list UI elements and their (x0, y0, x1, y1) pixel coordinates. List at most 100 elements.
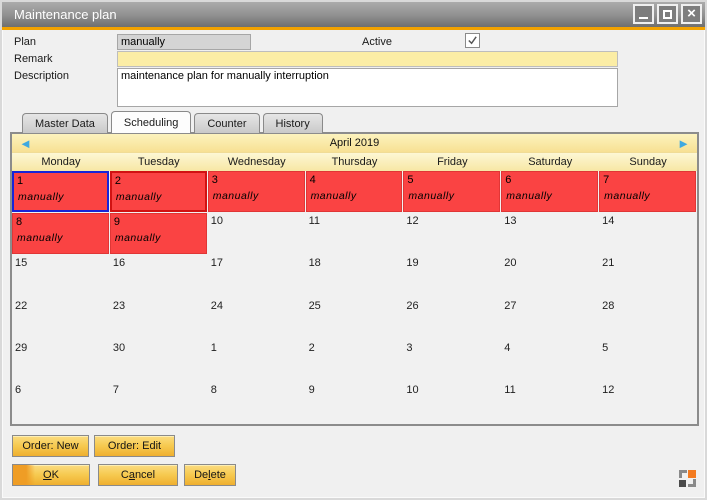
calendar-day-cell[interactable]: 22 (12, 298, 110, 340)
active-label: Active (362, 36, 392, 48)
ok-button[interactable]: OK (12, 464, 90, 486)
calendar-day-cell[interactable]: 7 (110, 382, 208, 424)
grip-corner-top-left (679, 470, 687, 478)
day-number: 28 (599, 298, 697, 312)
grip-square-orange (688, 470, 696, 478)
accent-line (2, 27, 705, 30)
minimize-button[interactable] (633, 4, 654, 24)
calendar-day-cell[interactable]: 2manually (110, 171, 207, 212)
day-number: 10 (403, 382, 501, 396)
remark-label: Remark (14, 53, 53, 65)
day-number: 3 (209, 172, 304, 186)
day-number: 5 (404, 172, 499, 186)
cancel-button[interactable]: Cancel (98, 464, 178, 486)
event-label: manually (209, 186, 304, 202)
day-number: 4 (307, 172, 402, 186)
order-edit-button[interactable]: Order: Edit (94, 435, 175, 457)
previous-month-arrow-icon[interactable]: ◄ (19, 135, 32, 152)
day-number: 8 (13, 214, 108, 228)
calendar-day-cell[interactable]: 6manually (501, 171, 598, 212)
plan-field[interactable]: manually (117, 34, 251, 50)
calendar-day-cell[interactable]: 5 (599, 340, 697, 382)
description-field[interactable]: maintenance plan for manually interrupti… (117, 68, 618, 107)
day-number: 8 (208, 382, 306, 396)
day-number: 18 (306, 255, 404, 269)
day-number: 24 (208, 298, 306, 312)
ok-label-rest: K (52, 469, 59, 481)
next-month-arrow-icon[interactable]: ► (677, 135, 690, 152)
event-label: manually (14, 187, 107, 203)
calendar-day-cell[interactable]: 9 (306, 382, 404, 424)
calendar-day-cell[interactable]: 12 (403, 213, 501, 255)
calendar-day-cell[interactable]: 21 (599, 255, 697, 297)
close-button[interactable]: × (681, 4, 702, 24)
resize-grip-icon[interactable] (679, 470, 696, 487)
maximize-button[interactable] (657, 4, 678, 24)
day-number: 25 (306, 298, 404, 312)
calendar-day-cell[interactable]: 10 (208, 213, 306, 255)
day-header-saturday: Saturday (501, 153, 599, 171)
tab-counter[interactable]: Counter (194, 113, 259, 133)
day-number: 4 (501, 340, 599, 354)
event-label: manually (600, 186, 695, 202)
calendar-day-cell[interactable]: 20 (501, 255, 599, 297)
calendar-day-cell[interactable]: 9manually (110, 213, 207, 254)
day-number: 11 (501, 382, 599, 396)
tab-scheduling[interactable]: Scheduling (111, 111, 191, 133)
calendar-day-cell[interactable]: 5manually (403, 171, 500, 212)
calendar-day-cell[interactable]: 1 (208, 340, 306, 382)
calendar-day-cell[interactable]: 30 (110, 340, 208, 382)
delete-label: De (194, 469, 208, 481)
calendar-month-title: April 2019 (330, 137, 380, 149)
calendar-day-cell[interactable]: 19 (403, 255, 501, 297)
calendar-day-cell[interactable]: 4 (501, 340, 599, 382)
calendar-day-cell[interactable]: 24 (208, 298, 306, 340)
day-header-thursday: Thursday (306, 153, 404, 171)
day-number: 3 (403, 340, 501, 354)
calendar-day-cell[interactable]: 13 (501, 213, 599, 255)
calendar-day-cell[interactable]: 10 (403, 382, 501, 424)
window-controls: × (633, 4, 702, 24)
tab-history[interactable]: History (263, 113, 323, 133)
day-header-friday: Friday (403, 153, 501, 171)
calendar-day-cell[interactable]: 29 (12, 340, 110, 382)
calendar-day-cell[interactable]: 7manually (599, 171, 696, 212)
day-number: 14 (599, 213, 697, 227)
calendar-day-cell[interactable]: 3manually (208, 171, 305, 212)
calendar-day-cell[interactable]: 18 (306, 255, 404, 297)
calendar-day-cell[interactable]: 17 (208, 255, 306, 297)
event-label: manually (13, 228, 108, 244)
day-number: 7 (600, 172, 695, 186)
calendar-day-cell[interactable]: 14 (599, 213, 697, 255)
day-header-sunday: Sunday (599, 153, 697, 171)
order-new-button[interactable]: Order: New (12, 435, 89, 457)
calendar-day-cell[interactable]: 15 (12, 255, 110, 297)
calendar-day-cell[interactable]: 23 (110, 298, 208, 340)
cancel-label: C (121, 469, 129, 481)
calendar-day-cell[interactable]: 3 (403, 340, 501, 382)
delete-button[interactable]: Delete (184, 464, 236, 486)
calendar-day-cell[interactable]: 16 (110, 255, 208, 297)
calendar-day-cell[interactable]: 26 (403, 298, 501, 340)
day-number: 13 (501, 213, 599, 227)
calendar-day-cell[interactable]: 8 (208, 382, 306, 424)
calendar-day-cell[interactable]: 4manually (306, 171, 403, 212)
day-number: 9 (111, 214, 206, 228)
calendar-day-cell[interactable]: 27 (501, 298, 599, 340)
day-number: 10 (208, 213, 306, 227)
window-title: Maintenance plan (14, 7, 117, 22)
remark-field[interactable] (117, 51, 618, 67)
calendar-day-cell[interactable]: 25 (306, 298, 404, 340)
calendar-day-cell[interactable]: 11 (501, 382, 599, 424)
calendar-day-cell[interactable]: 1manually (12, 171, 109, 212)
calendar-day-cell[interactable]: 8manually (12, 213, 109, 254)
calendar-day-cell[interactable]: 11 (306, 213, 404, 255)
calendar-day-cell[interactable]: 12 (599, 382, 697, 424)
tab-master-data[interactable]: Master Data (22, 113, 108, 133)
calendar-day-cell[interactable]: 6 (12, 382, 110, 424)
event-label: manually (404, 186, 499, 202)
calendar-day-cell[interactable]: 2 (306, 340, 404, 382)
active-checkbox[interactable] (465, 33, 480, 48)
delete-label-rest: ete (211, 469, 226, 481)
calendar-day-cell[interactable]: 28 (599, 298, 697, 340)
